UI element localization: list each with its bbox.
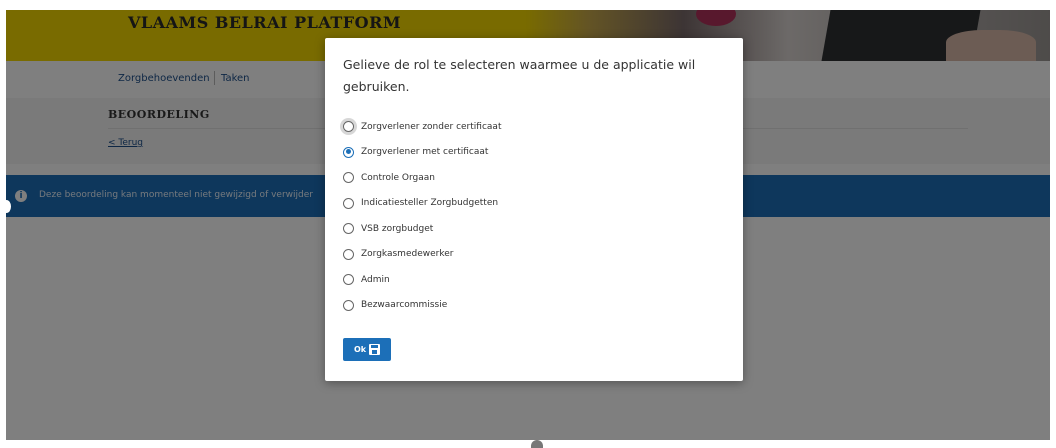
role-option-indicatiesteller-zorgbudgetten[interactable]: Indicatiesteller Zorgbudgetten (343, 191, 501, 217)
role-option-controle-orgaan[interactable]: Controle Orgaan (343, 165, 501, 191)
save-icon (369, 344, 381, 355)
radio-button[interactable] (343, 197, 354, 209)
role-option-vsb-zorgbudget[interactable]: VSB zorgbudget (343, 216, 501, 242)
dialog-title: Gelieve de rol te selecteren waarmee u d… (343, 57, 696, 94)
edge-handle (2, 200, 11, 213)
radio-label: Admin (361, 274, 390, 285)
edge-handle-bottom (531, 440, 543, 448)
radio-button[interactable] (343, 121, 354, 133)
ok-button-label: Ok (353, 345, 367, 354)
radio-label: Zorgkasmedewerker (361, 249, 454, 260)
radio-button[interactable] (343, 223, 354, 235)
ok-button[interactable]: Ok (343, 338, 391, 361)
radio-label: Indicatiesteller Zorgbudgetten (361, 198, 499, 209)
radio-button[interactable] (343, 274, 354, 286)
radio-label: Controle Orgaan (361, 172, 436, 183)
radio-button[interactable] (343, 172, 354, 184)
radio-button-selected[interactable] (343, 146, 354, 158)
radio-label: VSB zorgbudget (361, 223, 434, 234)
radio-button[interactable] (343, 248, 354, 260)
role-option-admin[interactable]: Admin (343, 267, 501, 293)
role-radio-group: Zorgverlener zonder certificaat Zorgverl… (343, 114, 501, 318)
role-option-bezwaarcommissie[interactable]: Bezwaarcommissie (343, 293, 501, 319)
role-option-zorgverlener-met-certificaat[interactable]: Zorgverlener met certificaat (343, 140, 501, 166)
radio-button[interactable] (343, 299, 354, 311)
role-option-zorgverlener-zonder-certificaat[interactable]: Zorgverlener zonder certificaat (343, 114, 501, 140)
role-option-zorgkasmedewerker[interactable]: Zorgkasmedewerker (343, 242, 501, 268)
radio-label: Zorgverlener zonder certificaat (361, 121, 502, 132)
radio-label: Zorgverlener met certificaat (361, 147, 489, 158)
role-select-dialog: Gelieve de rol te selecteren waarmee u d… (325, 38, 743, 381)
radio-label: Bezwaarcommissie (361, 300, 448, 311)
